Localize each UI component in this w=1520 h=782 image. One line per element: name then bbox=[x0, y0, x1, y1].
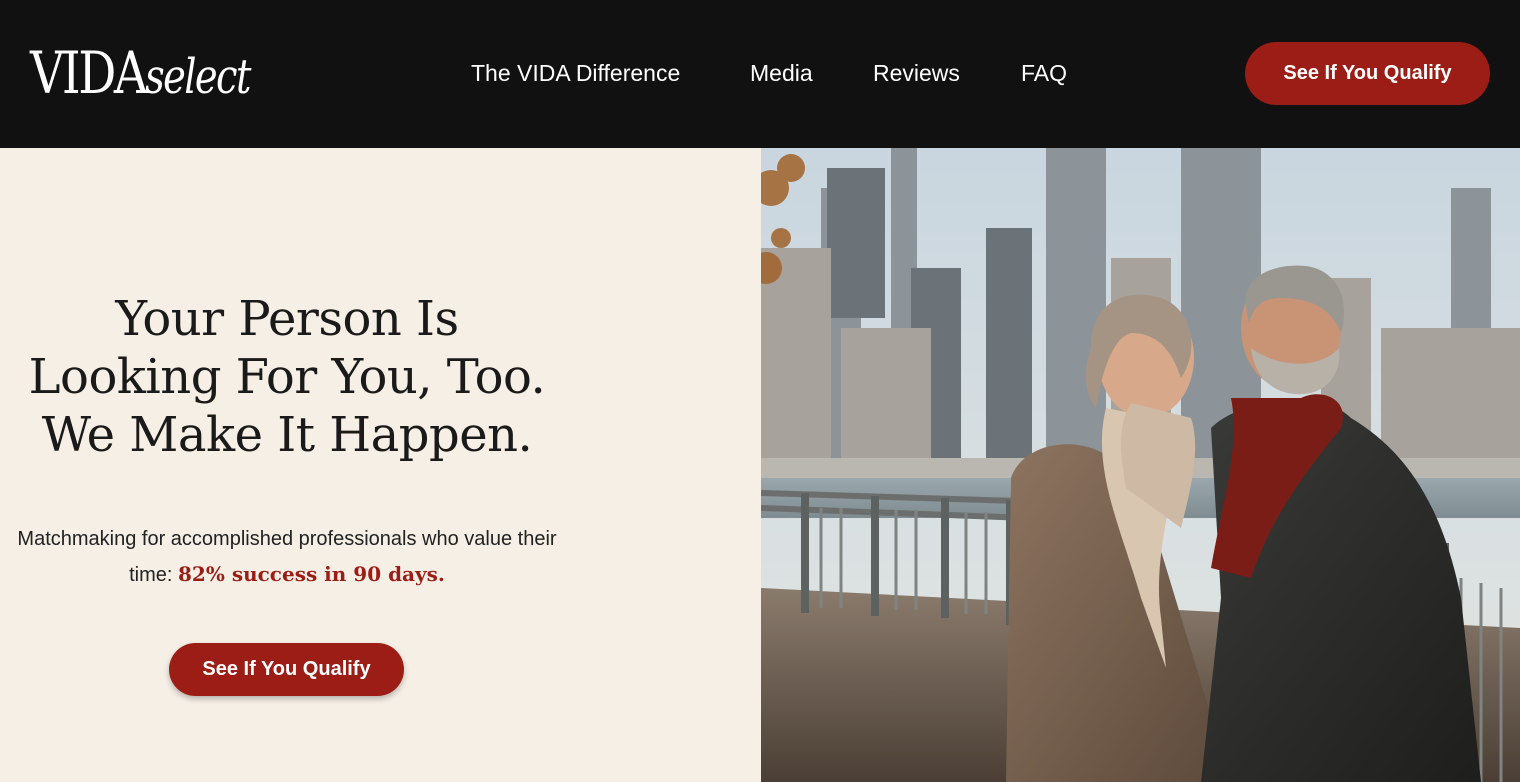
nav-item-reviews[interactable]: Reviews bbox=[873, 58, 960, 88]
header-qualify-button[interactable]: See If You Qualify bbox=[1245, 42, 1490, 105]
headline-line: We Make It Happen. bbox=[41, 407, 533, 463]
nav-item-media[interactable]: Media bbox=[750, 58, 813, 88]
hero-headline: Your Person Is Looking For You, Too. We … bbox=[0, 290, 574, 464]
headline-line: Your Person Is bbox=[115, 291, 459, 347]
nav-item-faq[interactable]: FAQ bbox=[1021, 58, 1067, 88]
vida-select-logo[interactable]: VIDA select bbox=[30, 40, 276, 106]
success-stat: 82% success in 90 days. bbox=[178, 562, 445, 586]
nav-item-vida-difference[interactable]: The VIDA Difference bbox=[471, 58, 680, 88]
site-header: VIDA select The VIDA Difference Media Re… bbox=[0, 0, 1520, 148]
hero-qualify-button[interactable]: See If You Qualify bbox=[169, 643, 404, 696]
hero-couple-photo bbox=[761, 148, 1520, 782]
logo-wordmark: VIDA bbox=[30, 39, 148, 107]
hero-content: Your Person Is Looking For You, Too. We … bbox=[0, 148, 761, 782]
headline-line: Looking For You, Too. bbox=[28, 349, 546, 405]
logo-script: select bbox=[145, 49, 251, 105]
hero-subtext: Matchmaking for accomplished professiona… bbox=[0, 522, 574, 593]
photo-illustration bbox=[761, 148, 1520, 782]
